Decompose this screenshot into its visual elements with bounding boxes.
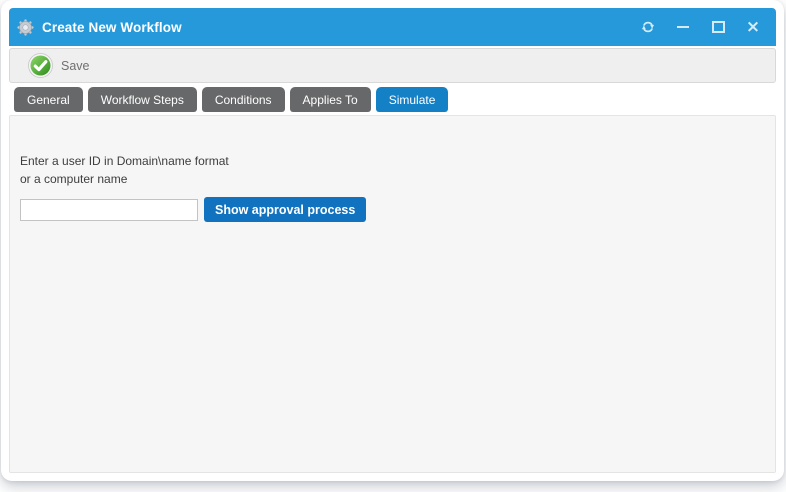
simulate-panel: Enter a user ID in Domain\name format or… [9, 115, 776, 473]
instruction-line-2: or a computer name [20, 170, 775, 188]
tab-conditions[interactable]: Conditions [202, 87, 285, 112]
show-approval-process-button[interactable]: Show approval process [204, 197, 366, 222]
tab-applies-to[interactable]: Applies To [290, 87, 371, 112]
toolbar: Save [9, 48, 776, 83]
refresh-icon[interactable] [641, 19, 655, 35]
instruction-text: Enter a user ID in Domain\name format or… [20, 152, 775, 188]
user-id-input[interactable] [20, 199, 198, 221]
check-circle-icon [28, 53, 53, 78]
create-new-workflow-dialog: Create New Workflow × [1, 0, 784, 481]
simulate-form-row: Show approval process [20, 197, 775, 222]
maximize-icon[interactable] [711, 19, 725, 35]
tab-general[interactable]: General [14, 87, 83, 112]
tab-simulate[interactable]: Simulate [376, 87, 449, 112]
close-icon[interactable]: × [746, 19, 760, 35]
minimize-icon[interactable] [676, 19, 690, 35]
tab-strip: General Workflow Steps Conditions Applie… [9, 87, 776, 112]
instruction-line-1: Enter a user ID in Domain\name format [20, 152, 775, 170]
title-bar[interactable]: Create New Workflow × [9, 8, 776, 46]
tab-workflow-steps[interactable]: Workflow Steps [88, 87, 197, 112]
window-title: Create New Workflow [42, 20, 182, 35]
gear-icon [17, 19, 34, 36]
save-button[interactable]: Save [28, 53, 90, 78]
window-controls: × [641, 19, 776, 35]
save-label: Save [61, 59, 90, 73]
